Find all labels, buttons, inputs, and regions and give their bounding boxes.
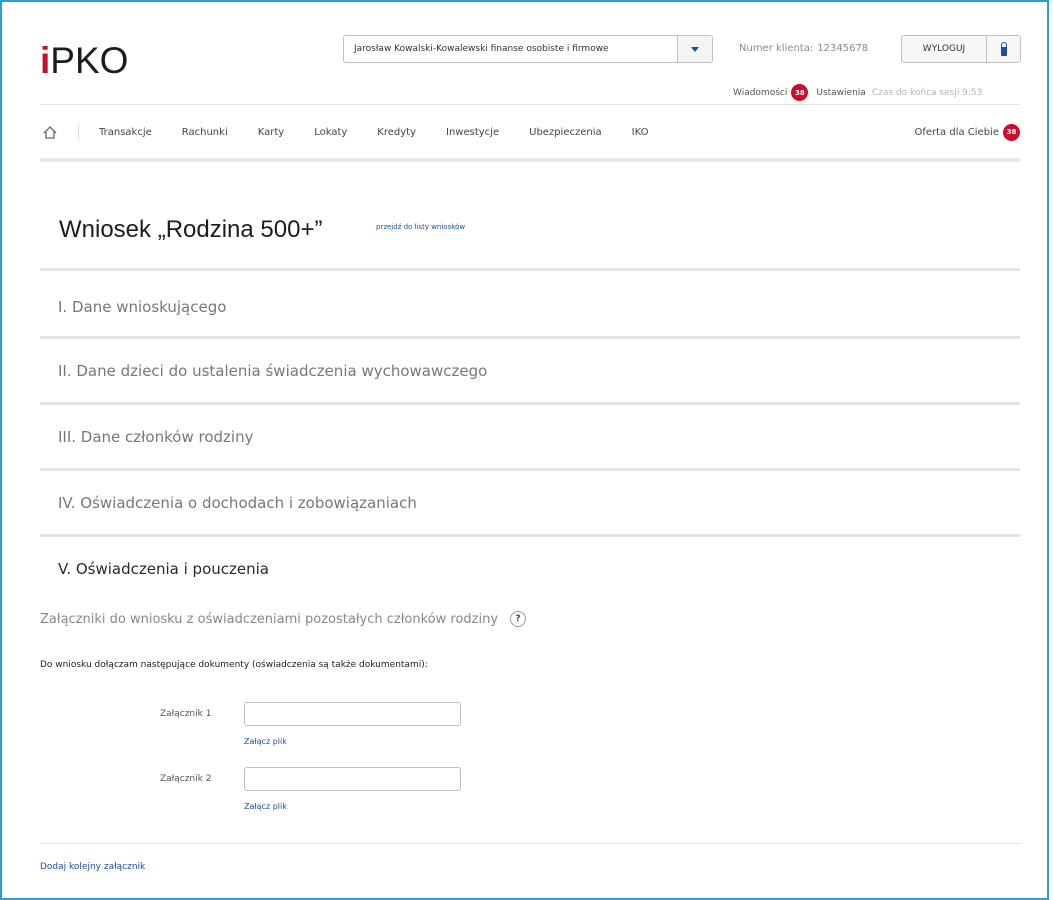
section-divider (40, 534, 1020, 537)
attachment-1-label: Załącznik 1 (160, 709, 212, 719)
client-number: Numer klienta: 12345678 (735, 43, 868, 54)
attachment-1-input[interactable] (244, 702, 461, 726)
applications-list-link[interactable]: przejdź do listy wniosków (376, 223, 465, 231)
section-divider (40, 402, 1020, 405)
attachment-1-upload-link[interactable]: Załącz plik (244, 737, 287, 746)
section-divider (40, 468, 1020, 471)
nav-item-karty[interactable]: Karty (258, 127, 284, 138)
nav-item-rachunki[interactable]: Rachunki (182, 127, 228, 138)
offer-label: Oferta dla Ciebie (914, 126, 999, 138)
home-button[interactable] (40, 125, 60, 139)
logo-i: i (40, 40, 51, 81)
header-divider (40, 104, 1020, 105)
section-family-members[interactable]: III. Dane członków rodziny (58, 428, 253, 446)
section-divider (40, 336, 1020, 339)
settings-link[interactable]: Ustawienia (816, 88, 865, 98)
messages-link[interactable]: Wiadomości (733, 88, 787, 98)
home-icon (43, 125, 57, 139)
account-selector[interactable]: Jarosław Kowalski-Kowalewski finanse oso… (343, 35, 713, 63)
nav-item-kredyty[interactable]: Kredyty (377, 127, 416, 138)
logo-text: PKO (50, 40, 129, 81)
attachments-divider (40, 843, 1020, 844)
lock-icon (1000, 41, 1007, 56)
attachments-heading: Załączniki do wniosku z oświadczeniami p… (40, 611, 527, 627)
offer-count-badge: 38 (1003, 123, 1020, 141)
section-income-declarations[interactable]: IV. Oświadczenia o dochodach i zobowiąza… (58, 494, 417, 512)
section-statements[interactable]: V. Oświadczenia i pouczenia (58, 560, 269, 578)
section-applicant-data[interactable]: I. Dane wnioskującego (58, 298, 226, 316)
nav-divider (78, 125, 79, 139)
add-attachment-link[interactable]: Dodaj kolejny załącznik (40, 862, 145, 872)
messages-count-badge: 38 (791, 84, 809, 101)
section-children-data[interactable]: II. Dane dzieci do ustalenia świadczenia… (58, 362, 487, 380)
session-timer: Czas do końca sesji 9:53 (871, 87, 983, 98)
account-selector-toggle[interactable] (677, 36, 712, 62)
lock-button[interactable] (987, 41, 1020, 56)
chevron-down-icon (691, 46, 699, 52)
main-nav: Transakcje Rachunki Karty Lokaty Kredyty… (40, 122, 1020, 142)
nav-item-transakcje[interactable]: Transakcje (99, 127, 152, 138)
help-icon[interactable]: ? (510, 611, 527, 627)
client-number-value: 12345678 (817, 43, 869, 54)
attachments-intro: Do wniosku dołączam następujące dokument… (40, 660, 428, 670)
nav-item-offer[interactable]: Oferta dla Ciebie 38 (914, 123, 1020, 141)
nav-item-iko[interactable]: IKO (632, 127, 649, 138)
nav-item-inwestycje[interactable]: Inwestycje (446, 127, 499, 138)
attachment-2-upload-link[interactable]: Załącz plik (244, 802, 287, 811)
nav-item-lokaty[interactable]: Lokaty (314, 127, 347, 138)
attachments-heading-text: Załączniki do wniosku z oświadczeniami p… (40, 611, 499, 627)
client-number-label: Numer klienta: (739, 43, 814, 54)
header-sub-links: Wiadomości 38 Ustawienia Czas do końca s… (733, 84, 982, 101)
ipko-logo[interactable]: iPKO (40, 40, 128, 82)
account-selector-value: Jarosław Kowalski-Kowalewski finanse oso… (354, 44, 609, 54)
logout-label: WYLOGUJ (902, 36, 987, 62)
nav-item-ubezpieczenia[interactable]: Ubezpieczenia (529, 127, 602, 138)
section-divider (40, 268, 1020, 271)
page-title: Wniosek „Rodzina 500+” (59, 216, 323, 243)
attachment-2-input[interactable] (244, 767, 461, 791)
logout-button[interactable]: WYLOGUJ (901, 35, 1021, 63)
attachment-2-label: Załącznik 2 (160, 774, 212, 784)
nav-divider-thick (40, 158, 1020, 162)
